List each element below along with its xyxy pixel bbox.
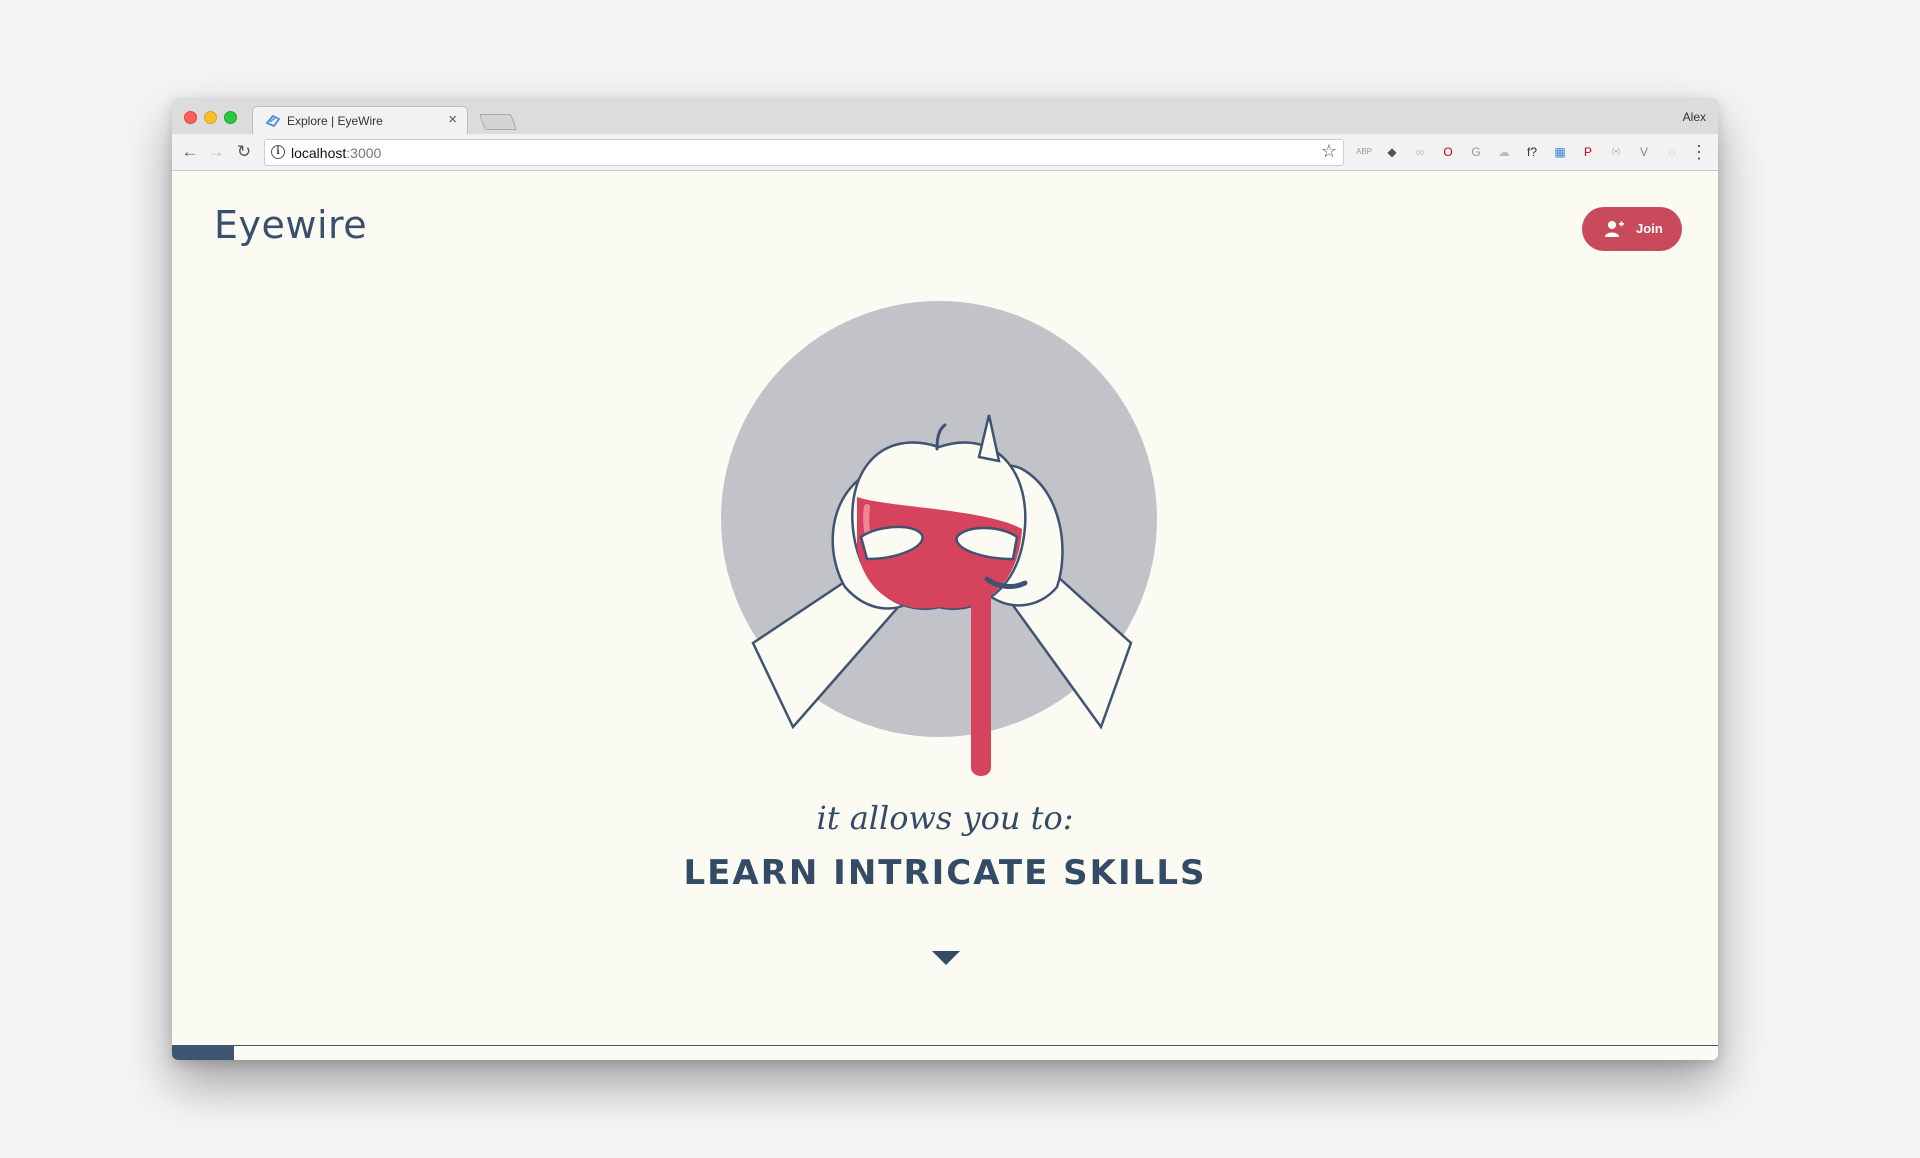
tab-title: Explore | EyeWire (287, 114, 383, 128)
chat-icon[interactable]: ◌ (1663, 143, 1681, 161)
scroll-down-arrow-icon[interactable] (932, 951, 960, 965)
browser-tab-active[interactable]: Explore | EyeWire × (252, 106, 468, 135)
progress-track (172, 1045, 1718, 1060)
eyewire-favicon-icon (265, 114, 281, 128)
address-bar[interactable]: i localhost:3000 ☆ (264, 139, 1344, 166)
pocket-icon[interactable]: ◆ (1383, 143, 1401, 161)
add-user-icon (1605, 221, 1624, 237)
font-icon[interactable]: f? (1523, 143, 1541, 161)
join-button-label: Join (1636, 221, 1663, 236)
reload-button[interactable]: ↻ (232, 140, 256, 164)
apple-hands-illustration (721, 301, 1157, 776)
link-icon[interactable]: ∞ (1411, 143, 1429, 161)
minimize-window-button[interactable] (204, 111, 217, 124)
join-button[interactable]: Join (1582, 207, 1682, 251)
profile-name[interactable]: Alex (1683, 110, 1706, 124)
back-button[interactable]: ← (178, 140, 202, 164)
headline: LEARN INTRICATE SKILLS (683, 853, 1207, 893)
url-host: localhost (291, 145, 347, 161)
subtitle: it allows you to: (816, 799, 1074, 837)
new-tab-button[interactable] (479, 114, 517, 130)
tab-strip: Explore | EyeWire × Alex (172, 98, 1718, 135)
eyewire-logo[interactable]: Eyewire (214, 203, 367, 247)
vue-icon[interactable]: V (1635, 143, 1653, 161)
page-content: Eyewire Join it allows you to: LEARN INT… (172, 171, 1718, 1060)
abp-icon[interactable]: ABP (1355, 143, 1373, 161)
calendar-icon[interactable]: ▦ (1551, 143, 1569, 161)
broadcast-icon[interactable]: (•) (1607, 143, 1625, 161)
url-text[interactable]: localhost:3000 (291, 145, 381, 161)
browser-menu-icon[interactable]: ⋮ (1690, 140, 1708, 164)
maximize-window-button[interactable] (224, 111, 237, 124)
browser-toolbar: ← → ↻ i localhost:3000 ☆ ABP ◆ ∞ O G ☁ f? ▦ P (•)… (172, 134, 1718, 171)
close-tab-icon[interactable]: × (448, 112, 457, 128)
grammarly-icon[interactable]: G (1467, 143, 1485, 161)
site-info-icon[interactable]: i (271, 145, 285, 159)
bookmark-star-icon[interactable]: ☆ (1321, 141, 1337, 162)
opera-icon[interactable]: O (1439, 143, 1457, 161)
close-window-button[interactable] (184, 111, 197, 124)
progress-fill (172, 1046, 234, 1060)
juice-drip (971, 589, 991, 776)
cloud-icon[interactable]: ☁ (1495, 143, 1513, 161)
url-port: :3000 (346, 145, 382, 161)
browser-window: Explore | EyeWire × Alex ← → ↻ i localho… (172, 98, 1718, 1060)
forward-button[interactable]: → (204, 140, 228, 164)
pinterest-icon[interactable]: P (1579, 143, 1597, 161)
